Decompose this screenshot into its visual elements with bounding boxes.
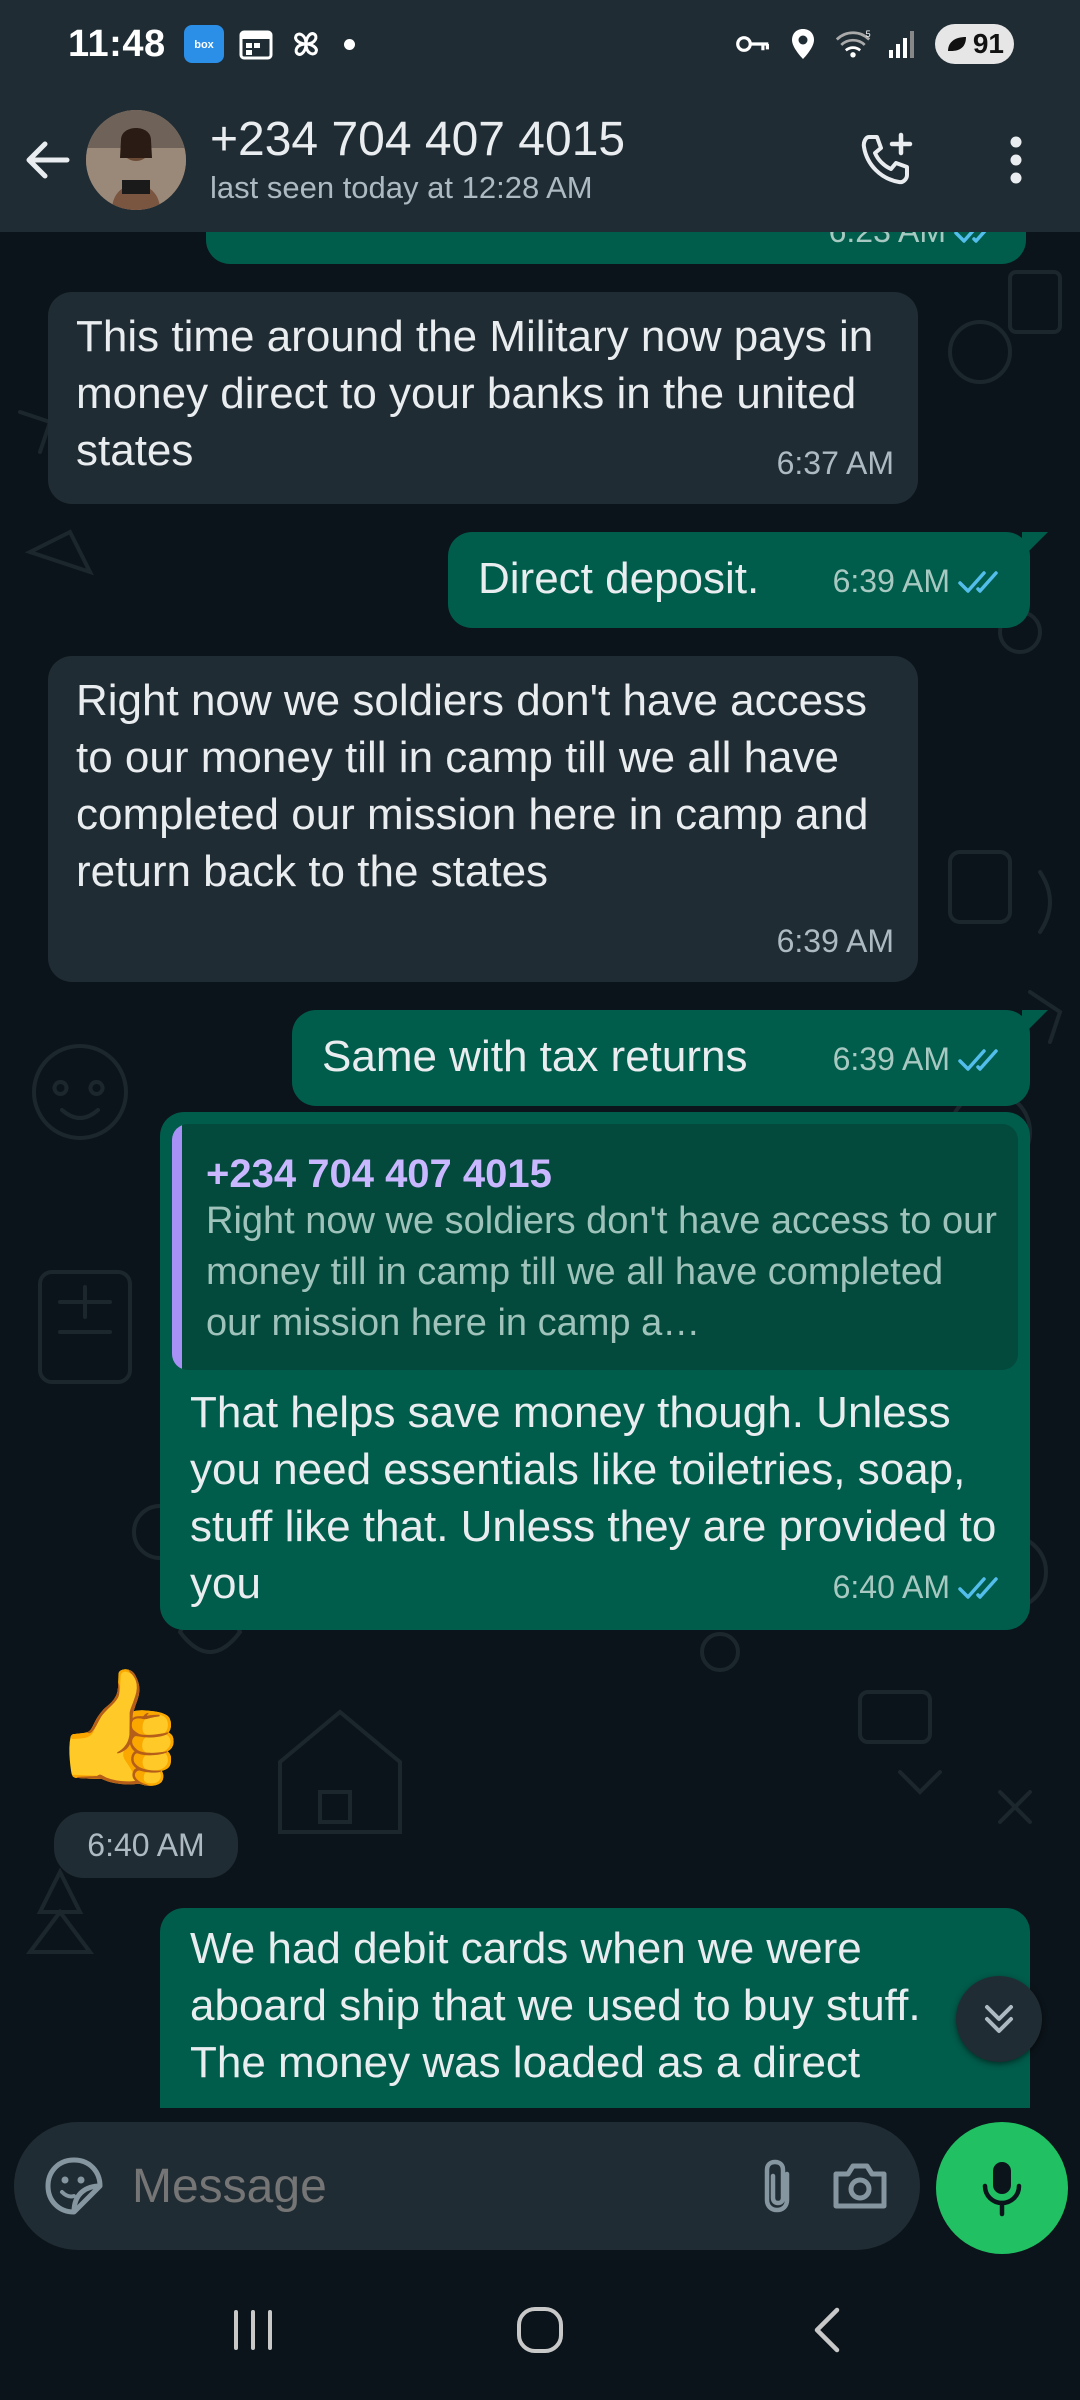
svg-text:5: 5: [865, 29, 870, 39]
message-meta: 6:39 AM: [777, 913, 894, 970]
contact-name: +234 704 407 4015: [210, 113, 626, 166]
quote-accent-bar: [172, 1124, 182, 1370]
message-bubble-outgoing-reply[interactable]: +234 704 407 4015 Right now we soldiers …: [160, 1112, 1030, 1630]
scroll-to-bottom-button[interactable]: [956, 1976, 1042, 2062]
signal-icon: [885, 26, 921, 62]
read-ticks-icon: [958, 1576, 998, 1599]
contact-info[interactable]: +234 704 407 4015 last seen today at 12:…: [210, 112, 625, 208]
home-button[interactable]: [495, 2285, 585, 2375]
chat-header: +234 704 407 4015 last seen today at 12:…: [0, 88, 1080, 232]
quoted-message[interactable]: +234 704 407 4015 Right now we soldiers …: [172, 1124, 1018, 1370]
phone-plus-icon: [861, 132, 913, 185]
message-time: 6:23 AM: [829, 232, 946, 260]
dot-icon: [343, 38, 355, 50]
message-bubble-outgoing[interactable]: 6:23 AM: [206, 232, 1026, 264]
profile-photo-icon: [86, 110, 186, 210]
paperclip-icon: [764, 2159, 789, 2213]
more-options-button[interactable]: [986, 130, 1046, 190]
message-bubble-outgoing[interactable]: Direct deposit. 6:39 AM: [448, 532, 1048, 628]
message-time: 6:37 AM: [776, 445, 894, 481]
message-bubble-incoming[interactable]: Right now we soldiers don't have access …: [48, 656, 918, 982]
read-ticks-icon: [958, 1048, 998, 1071]
battery-level: 91: [972, 28, 1004, 59]
emoji-message[interactable]: 👍: [50, 1662, 189, 1792]
wifi-icon: 5: [835, 26, 871, 62]
status-time: 11:48: [68, 22, 166, 65]
recent-apps-button[interactable]: [208, 2285, 298, 2375]
message-input-bar: [14, 2122, 920, 2250]
add-call-button[interactable]: [856, 130, 916, 190]
message-time: 6:39 AM: [832, 563, 950, 599]
microphone-icon: [982, 2162, 1022, 2217]
quote-author: +234 704 407 4015: [206, 1152, 552, 1196]
status-bar: 11:48 box 5 91: [0, 0, 1080, 88]
message-meta: 6:39 AM: [833, 1031, 1006, 1088]
message-bubble-outgoing[interactable]: We had debit cards when we were aboard s…: [160, 1908, 1030, 2108]
camera-icon: [833, 2163, 887, 2209]
message-composer: [0, 2108, 1080, 2260]
home-icon: [516, 2307, 563, 2353]
message-bubble-incoming[interactable]: This time around the Military now pays i…: [48, 292, 918, 504]
bubble-tail: [1022, 532, 1048, 558]
bubble-tail: [1022, 1908, 1030, 1934]
read-ticks-icon: [954, 232, 986, 243]
read-ticks-icon: [958, 570, 998, 593]
svg-text:box: box: [194, 39, 214, 51]
message-time: 6:40 AM: [832, 1569, 950, 1605]
message-meta: 6:39 AM: [833, 553, 1006, 610]
bubble-tail: [1022, 1010, 1048, 1036]
emoji-sticker-button[interactable]: [44, 2154, 104, 2218]
message-input[interactable]: [132, 2158, 753, 2214]
voice-message-button[interactable]: [936, 2122, 1068, 2254]
message-bubble-outgoing[interactable]: Same with tax returns 6:39 AM: [292, 1010, 1048, 1106]
key-icon: [735, 26, 771, 62]
back-button[interactable]: [14, 127, 80, 193]
message-time-pill: 6:40 AM: [54, 1812, 238, 1878]
camera-button[interactable]: [830, 2154, 890, 2218]
pinwheel-icon: [288, 26, 324, 62]
chat-messages[interactable]: 6:23 AM This time around the Military no…: [0, 232, 1080, 2108]
avatar[interactable]: [86, 110, 186, 210]
box-app-icon: box: [183, 25, 224, 63]
message-meta: 6:23 AM: [829, 232, 1002, 260]
location-icon: [785, 26, 821, 62]
recents-icon: [234, 2310, 273, 2350]
message-meta: 6:37 AM: [777, 435, 894, 492]
header-actions: [856, 130, 1046, 190]
message-time: 6:39 AM: [776, 923, 894, 959]
quote-text: Right now we soldiers don't have access …: [206, 1200, 997, 1344]
double-chevron-down-icon: [985, 2005, 1013, 2033]
last-seen-status: last seen today at 12:28 AM: [210, 170, 593, 205]
chevron-left-icon: [814, 2307, 839, 2353]
message-text: We had debit cards when we were aboard s…: [190, 1924, 921, 2087]
calendar-icon: [238, 26, 274, 62]
message-meta: 6:40 AM: [833, 1559, 1006, 1616]
battery-icon: 91: [934, 24, 1014, 64]
arrow-left-icon: [26, 141, 70, 179]
message-time: 6:39 AM: [832, 1041, 950, 1077]
leaf-icon: [947, 37, 966, 51]
more-vertical-icon: [1010, 136, 1022, 184]
notification-icons: box: [183, 25, 355, 63]
system-navigation-bar: [0, 2260, 1080, 2400]
system-back-button[interactable]: [782, 2285, 872, 2375]
system-icons: 5 91: [735, 24, 1014, 64]
sticker-icon: [45, 2157, 103, 2215]
message-text: This time around the Military now pays i…: [76, 312, 874, 475]
whatsapp-chat-screen: 11:48 box 5 91 +234 704 407 4015 last se…: [0, 0, 1080, 2400]
message-text: Right now we soldiers don't have access …: [76, 676, 869, 896]
message-time: 6:40 AM: [87, 1826, 205, 1863]
attach-button[interactable]: [753, 2154, 800, 2218]
